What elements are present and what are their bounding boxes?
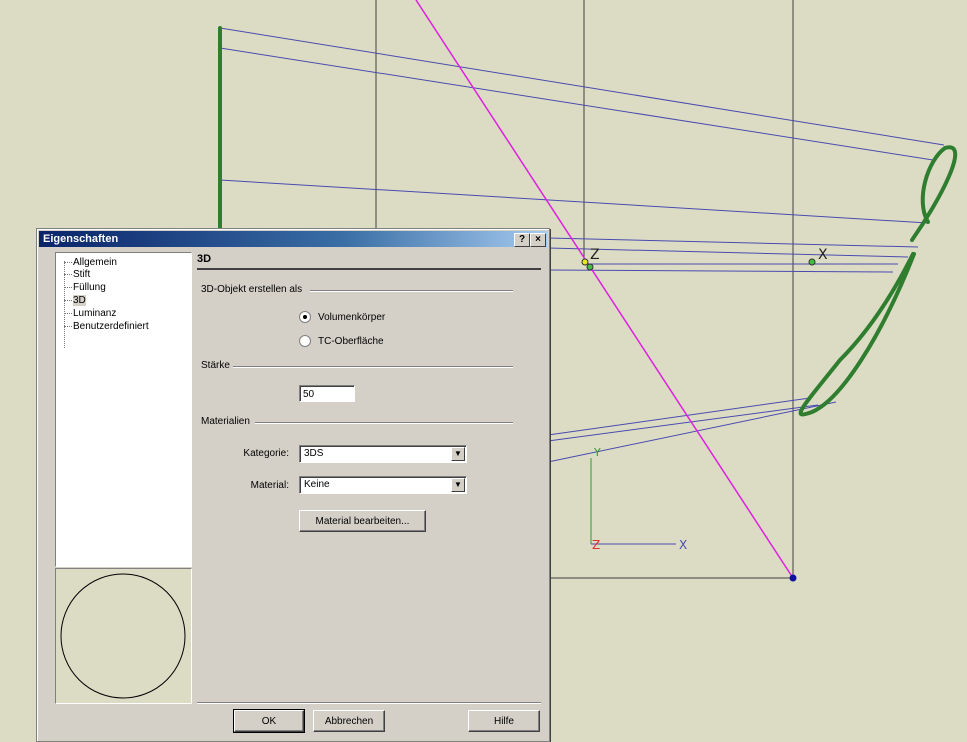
point-green-left: [586, 263, 594, 271]
x-axis-label-top: X: [818, 247, 828, 263]
properties-dialog: Eigenschaften ? × Allgemein Stift Füllun…: [36, 228, 550, 742]
button-area-divider: [197, 702, 541, 704]
create-as-group-divider: [310, 290, 513, 292]
category-label: Kategorie:: [243, 448, 289, 459]
point-green-right: [808, 258, 816, 266]
tree-item-benutzerdefiniert[interactable]: Benutzerdefiniert: [64, 321, 149, 333]
ok-button[interactable]: OK: [233, 709, 305, 733]
preview-circle: [60, 573, 186, 699]
create-as-group-label: 3D-Objekt erstellen als: [201, 284, 303, 295]
point-yellow: [581, 258, 589, 266]
dialog-title: Eigenschaften: [43, 233, 119, 245]
chevron-down-icon[interactable]: ▼: [451, 478, 465, 492]
radio-tc-oberflaeche[interactable]: TC-Oberfläche: [299, 335, 384, 349]
point-blue: [789, 574, 797, 582]
chevron-down-icon[interactable]: ▼: [451, 447, 465, 461]
ucs-icon: [590, 458, 676, 545]
material-value: Keine: [304, 479, 330, 490]
x-axis-label-bottom: X: [679, 538, 688, 552]
cancel-button[interactable]: Abbrechen: [313, 710, 385, 732]
close-icon[interactable]: ×: [530, 233, 546, 247]
z-axis-label-bottom: Z: [592, 538, 601, 552]
help-title-button[interactable]: ?: [514, 233, 530, 247]
materials-label: Materialien: [201, 416, 250, 427]
title-divider: [197, 268, 541, 270]
radio-volumenkoerper[interactable]: Volumenkörper: [299, 311, 385, 325]
radio-button-unchecked[interactable]: [299, 335, 311, 348]
tree-item-3d[interactable]: 3D: [64, 295, 86, 307]
dialog-titlebar[interactable]: Eigenschaften ? ×: [39, 231, 547, 247]
edit-material-button[interactable]: Material bearbeiten...: [299, 510, 426, 532]
material-select[interactable]: Keine ▼: [299, 476, 467, 494]
category-tree: Allgemein Stift Füllung 3D Luminanz Benu…: [55, 252, 192, 567]
tree-item-stift[interactable]: Stift: [64, 269, 90, 281]
preview-pane: [55, 568, 192, 704]
material-label: Material:: [250, 480, 289, 491]
materials-divider: [255, 422, 513, 424]
tree-item-allgemein[interactable]: Allgemein: [64, 257, 117, 269]
category-select[interactable]: 3DS ▼: [299, 445, 467, 463]
y-axis-label: Y: [594, 446, 601, 459]
tree-item-luminanz[interactable]: Luminanz: [64, 308, 116, 320]
tree-item-fuellung[interactable]: Füllung: [64, 282, 106, 294]
thickness-label: Stärke: [201, 360, 230, 371]
help-button[interactable]: Hilfe: [468, 710, 540, 732]
category-value: 3DS: [304, 448, 324, 459]
page-title: 3D: [197, 253, 212, 265]
z-axis-label-top: Z: [590, 247, 600, 263]
thickness-divider: [233, 366, 513, 368]
radio-button-checked[interactable]: [299, 311, 311, 324]
thickness-input[interactable]: 50: [299, 385, 355, 402]
